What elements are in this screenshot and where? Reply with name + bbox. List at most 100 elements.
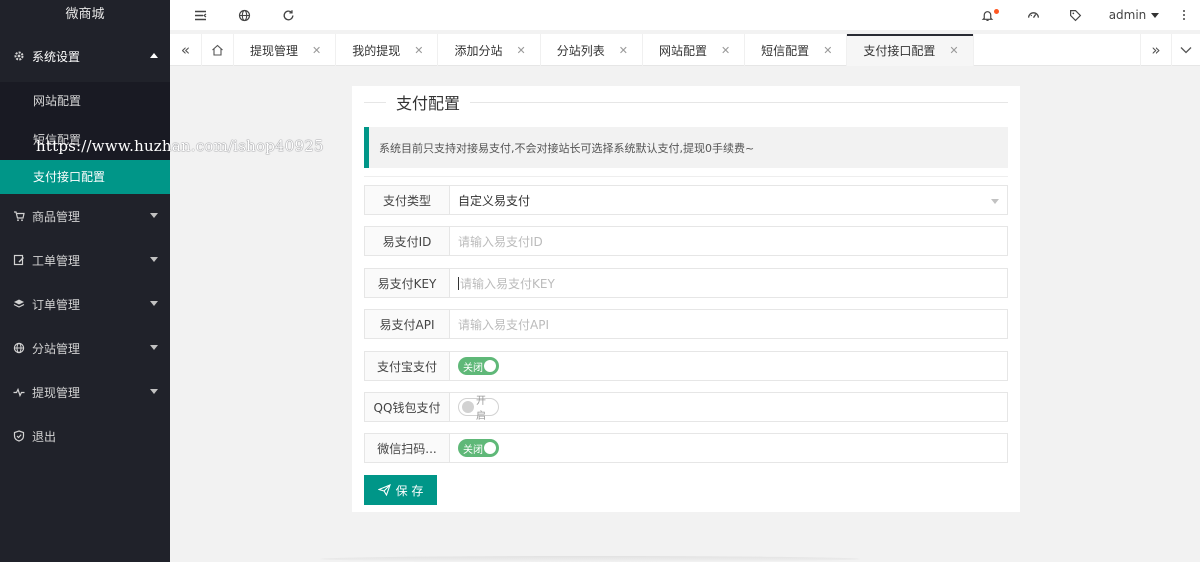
close-icon[interactable]: ✕ [312, 44, 321, 57]
globe-icon[interactable] [232, 0, 256, 30]
shield-icon [12, 429, 26, 443]
sidebar-item-label: 退出 [32, 429, 57, 444]
placeholder: 请输入易支付API [458, 317, 549, 332]
placeholder: 请输入易支付ID [458, 234, 543, 249]
close-icon[interactable]: ✕ [516, 44, 525, 57]
close-icon[interactable]: ✕ [823, 44, 832, 57]
sidebar-item-system-settings[interactable]: 系统设置 [0, 30, 170, 82]
alipay-toggle[interactable]: 关闭 [458, 357, 499, 375]
theme-icon[interactable] [1022, 0, 1044, 30]
field-label: 易支付API [364, 309, 450, 339]
cart-icon [12, 209, 26, 223]
send-icon [377, 484, 391, 496]
field-label: 易支付ID [364, 226, 450, 256]
tab-payment-config[interactable]: 支付接口配置 ✕ [847, 34, 974, 66]
toggle-text: 关闭 [463, 362, 483, 374]
gear-icon [12, 49, 26, 63]
globe-icon [12, 341, 26, 355]
caret-down-icon [991, 199, 999, 204]
epay-id-input[interactable]: 请输入易支付ID [450, 226, 1008, 256]
toggle-text: 关闭 [463, 444, 483, 456]
field-label: 微信扫码... [364, 433, 450, 463]
pulse-icon [12, 385, 26, 399]
sidebar-item-orders[interactable]: 订单管理 [0, 282, 170, 326]
close-icon[interactable]: ✕ [619, 44, 628, 57]
form-row-epay-api: 易支付API 请输入易支付API [364, 309, 1008, 339]
sidebar-subitem-site-config[interactable]: 网站配置 [0, 82, 170, 121]
divider [364, 176, 1008, 177]
home-icon[interactable] [202, 34, 234, 66]
field-label: QQ钱包支付 [364, 392, 450, 422]
tab-sms-config[interactable]: 短信配置 ✕ [745, 34, 848, 66]
form-row-pay-type: 支付类型 自定义易支付 [364, 185, 1008, 215]
sidebar-item-label: 分站管理 [32, 341, 81, 356]
user-menu[interactable]: admin [1106, 0, 1162, 30]
card-legend: 支付配置 [364, 92, 1008, 113]
tab-site-config[interactable]: 网站配置 ✕ [643, 34, 746, 66]
payment-config-card: 支付配置 系统目前只支持对接易支付,不会对接站长可选择系统默认支付,提现0手续费… [352, 86, 1020, 512]
sidebar-item-substations[interactable]: 分站管理 [0, 326, 170, 370]
sidebar-item-tickets[interactable]: 工单管理 [0, 238, 170, 282]
sidebar-item-logout[interactable]: 退出 [0, 414, 170, 458]
close-icon[interactable]: ✕ [414, 44, 423, 57]
tab-list: 提现管理 ✕ 我的提现 ✕ 添加分站 ✕ 分站列表 ✕ 网站配置 ✕ 短信配置 ✕ 支付接口… [234, 34, 974, 66]
close-icon[interactable]: ✕ [949, 44, 958, 57]
sidebar-item-label: 工单管理 [32, 253, 81, 268]
wechat-toggle[interactable]: 关闭 [458, 439, 499, 457]
wechat-field: 关闭 [450, 433, 1008, 463]
notice-text: 系统目前只支持对接易支付,不会对接站长可选择系统默认支付,提现0手续费~ [379, 141, 755, 155]
chevron-down-icon [150, 213, 158, 218]
sidebar-item-products[interactable]: 商品管理 [0, 194, 170, 238]
bell-icon[interactable] [976, 0, 999, 30]
sidebar-item-label: 提现管理 [32, 385, 81, 400]
layers-icon [12, 297, 26, 311]
field-label: 支付类型 [364, 185, 450, 215]
toggle-knob [484, 360, 496, 372]
chevron-down-icon [150, 257, 158, 262]
alipay-field: 关闭 [450, 351, 1008, 381]
tab-withdraw-manage[interactable]: 提现管理 ✕ [234, 34, 337, 66]
qq-wallet-toggle[interactable]: 开启 [458, 396, 499, 422]
divider [364, 101, 386, 103]
divider [470, 101, 1008, 103]
notice-box: 系统目前只支持对接易支付,不会对接站长可选择系统默认支付,提现0手续费~ [364, 127, 1008, 168]
app-logo[interactable]: 微商城 [0, 0, 170, 30]
tab-label: 分站列表 [556, 43, 605, 58]
menu-toggle-icon[interactable] [188, 0, 212, 30]
tag-icon[interactable] [1064, 0, 1086, 30]
sidebar-subitem-sms-config[interactable]: 短信配置 [0, 121, 170, 160]
bottom-shadow [320, 556, 860, 562]
username: admin [1108, 8, 1147, 22]
sidebar: 微商城 系统设置 网站配置 短信配置 支付接口配置 商品管理 工单管理 订单管理 [0, 0, 170, 562]
toggle-text: 开启 [476, 396, 486, 422]
scroll-left-icon[interactable]: « [170, 34, 202, 66]
tab-label: 支付接口配置 [863, 43, 936, 58]
tabs-bar: « 提现管理 ✕ 我的提现 ✕ 添加分站 ✕ 分站列表 ✕ 网站配置 ✕ 短信配置 ✕ 支付… [170, 34, 1200, 66]
pay-type-select[interactable]: 自定义易支付 [450, 185, 1008, 215]
epay-key-input[interactable]: 请输入易支付KEY [450, 268, 1008, 298]
form-row-epay-id: 易支付ID 请输入易支付ID [364, 226, 1008, 256]
tab-add-substation[interactable]: 添加分站 ✕ [438, 34, 541, 66]
refresh-icon[interactable] [276, 0, 300, 30]
top-header: admin [170, 0, 1200, 30]
chevron-down-icon [150, 389, 158, 394]
epay-api-input[interactable]: 请输入易支付API [450, 309, 1008, 339]
save-button[interactable]: 保 存 [364, 475, 437, 505]
notification-dot [994, 9, 999, 14]
toggle-knob [462, 401, 474, 413]
field-label: 易支付KEY [364, 268, 450, 298]
more-vertical-icon[interactable] [1174, 0, 1194, 30]
sidebar-subnav: 网站配置 短信配置 支付接口配置 [0, 82, 170, 194]
tab-substation-list[interactable]: 分站列表 ✕ [541, 34, 643, 66]
tab-my-withdraw[interactable]: 我的提现 ✕ [336, 34, 439, 66]
chevron-down-icon[interactable] [1170, 34, 1200, 66]
sidebar-item-withdrawals[interactable]: 提现管理 [0, 370, 170, 414]
chevron-down-icon [150, 301, 158, 306]
close-icon[interactable]: ✕ [721, 44, 730, 57]
tab-label: 网站配置 [658, 43, 707, 58]
toggle-knob [484, 442, 496, 454]
sidebar-item-label: 系统设置 [32, 49, 81, 64]
sidebar-subitem-payment-config[interactable]: 支付接口配置 [0, 160, 170, 194]
sidebar-item-label: 商品管理 [32, 209, 81, 224]
scroll-right-icon[interactable]: » [1140, 34, 1172, 66]
